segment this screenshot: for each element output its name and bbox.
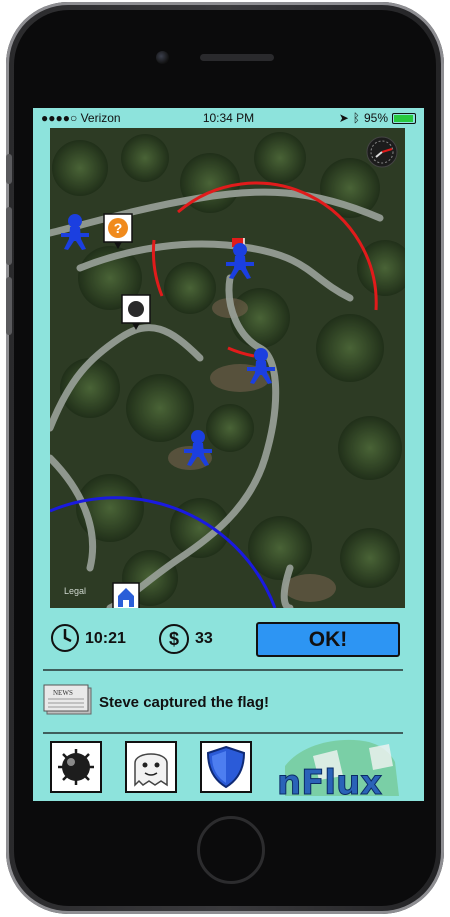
home-button[interactable] [197,816,265,884]
home-marker-icon[interactable] [112,582,140,608]
ghost-icon [134,753,168,787]
earpiece-speaker [200,54,274,61]
coin-icon: $ [159,624,189,654]
battery-percent: 95% [363,111,388,125]
mine-tool-button[interactable] [50,741,102,793]
status-right: ➤ ᛒ 95% [339,111,416,125]
svg-text:?: ? [114,220,123,236]
ghost-tool-button[interactable] [125,741,177,793]
volume-up-button [6,207,12,265]
nflux-logo: nFlux [273,736,411,801]
divider [43,732,403,734]
svg-text:nFlux: nFlux [277,763,382,798]
front-camera [156,51,169,64]
news-message: Steve captured the flag! [99,694,270,711]
volume-down-button [6,277,12,335]
map-legal-watermark[interactable]: Legal [64,586,86,596]
newspaper-icon: NEWS [43,684,93,716]
mine-icon [58,749,94,785]
divider [43,669,403,671]
clock-icon [51,624,79,652]
compass-icon[interactable] [366,136,398,168]
bluetooth-icon: ᛒ [352,111,360,125]
app-screen: ●●●●○ Verizon 10:34 PM ➤ ᛒ 95% ? Legal 1… [33,108,424,801]
status-bar: ●●●●○ Verizon 10:34 PM ➤ ᛒ 95% [33,108,424,128]
shield-tool-button[interactable] [200,741,252,793]
mute-switch [6,154,12,184]
battery-icon [392,112,416,124]
time-remaining: 10:21 [85,630,126,647]
coin-count: 33 [195,630,213,647]
location-icon: ➤ [338,111,349,125]
svg-text:NEWS: NEWS [53,689,73,697]
ok-button[interactable]: OK! [256,622,400,657]
shield-icon [206,745,246,789]
satellite-map[interactable]: ? Legal [50,128,405,608]
